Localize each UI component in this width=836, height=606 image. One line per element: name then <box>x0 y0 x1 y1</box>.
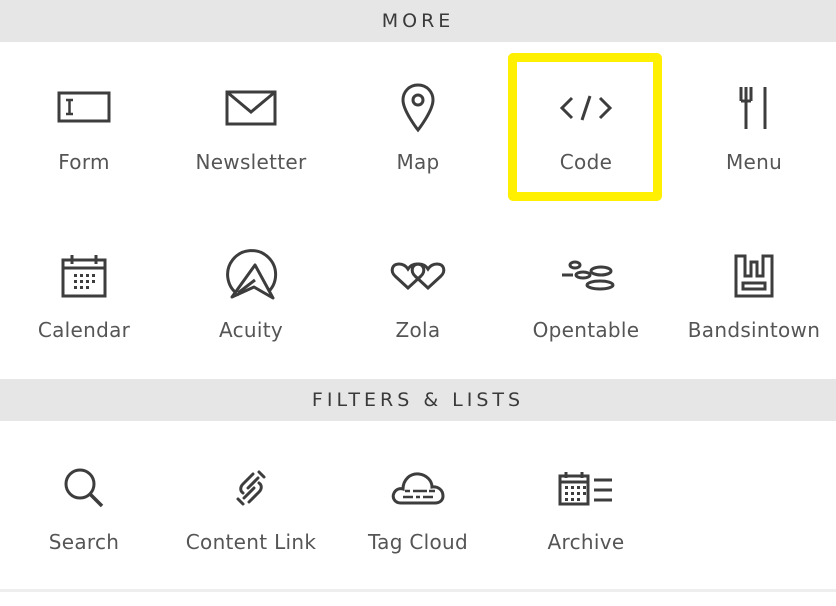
block-acuity[interactable]: Acuity <box>167 246 335 394</box>
section-header-more: MORE <box>0 0 836 42</box>
section-title: MORE <box>381 10 455 32</box>
opentable-icon <box>502 246 670 306</box>
block-label: Menu <box>725 150 783 174</box>
block-label: Acuity <box>218 318 284 342</box>
fork-knife-icon <box>670 78 836 138</box>
block-form[interactable]: Form <box>0 78 168 226</box>
block-search[interactable]: Search <box>0 458 168 606</box>
block-archive[interactable]: Archive <box>502 458 670 606</box>
cloud-icon <box>334 458 502 518</box>
block-label: Calendar <box>37 318 131 342</box>
block-bandsintown[interactable]: Bandsintown <box>670 246 836 394</box>
link-icon <box>167 458 335 518</box>
block-content-link[interactable]: Content Link <box>167 458 335 606</box>
search-icon <box>0 458 168 518</box>
form-icon <box>0 78 168 138</box>
block-label: Archive <box>547 530 625 554</box>
block-newsletter[interactable]: Newsletter <box>167 78 335 226</box>
block-map[interactable]: Map <box>334 78 502 226</box>
block-tag-cloud[interactable]: Tag Cloud <box>334 458 502 606</box>
block-label: Newsletter <box>195 150 307 174</box>
block-label: Tag Cloud <box>367 530 469 554</box>
block-label: Opentable <box>532 318 640 342</box>
highlight-box <box>508 53 662 201</box>
block-label: Content Link <box>185 530 317 554</box>
block-calendar[interactable]: Calendar <box>0 246 168 394</box>
block-label: Zola <box>395 318 441 342</box>
hearts-icon <box>334 246 502 306</box>
block-opentable[interactable]: Opentable <box>502 246 670 394</box>
block-label: Search <box>48 530 120 554</box>
block-label: Form <box>58 150 110 174</box>
block-menu[interactable]: Menu <box>670 78 836 226</box>
archive-icon <box>502 458 670 518</box>
bandsintown-icon <box>670 246 836 306</box>
section-title: FILTERS & LISTS <box>311 389 525 411</box>
section-header-filters-lists: FILTERS & LISTS <box>0 379 836 421</box>
block-zola[interactable]: Zola <box>334 246 502 394</box>
map-pin-icon <box>334 78 502 138</box>
acuity-icon <box>167 246 335 306</box>
block-label: Bandsintown <box>687 318 821 342</box>
block-label: Map <box>396 150 440 174</box>
envelope-icon <box>167 78 335 138</box>
calendar-icon <box>0 246 168 306</box>
